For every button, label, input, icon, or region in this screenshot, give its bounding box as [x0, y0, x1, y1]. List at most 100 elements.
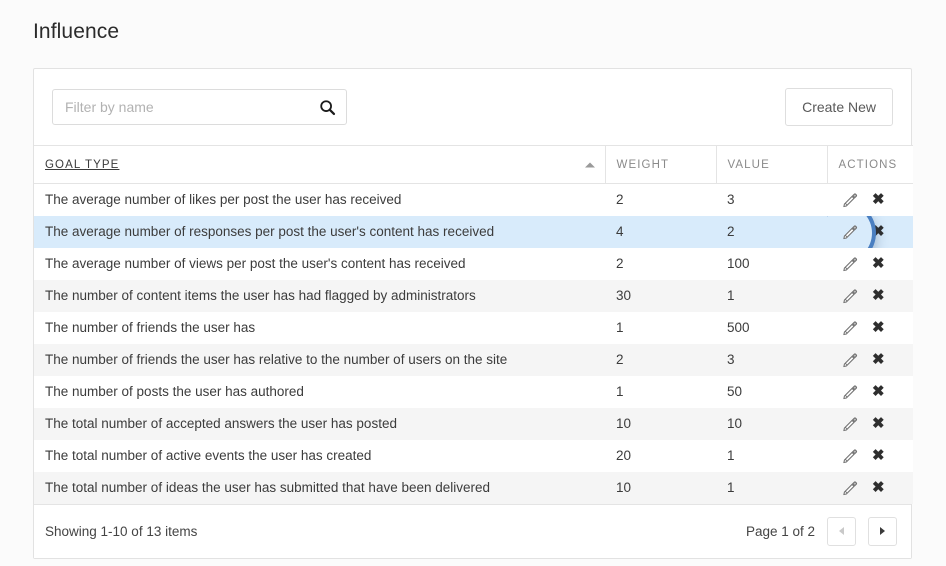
delete-row-button[interactable]: ✖	[872, 224, 885, 239]
cell-actions: ✖	[827, 344, 913, 376]
cell-weight: 2	[605, 248, 716, 280]
cell-goal-type: The total number of active events the us…	[34, 440, 605, 472]
card-toolbar: Create New	[34, 69, 911, 145]
pagination: Page 1 of 2	[746, 517, 897, 546]
cell-actions: ✖	[827, 280, 913, 312]
column-header-actions: ACTIONS	[827, 146, 913, 184]
table-row[interactable]: The average number of views per post the…	[34, 248, 913, 280]
cell-value: 50	[716, 376, 827, 408]
table-body: The average number of likes per post the…	[34, 184, 913, 504]
cell-goal-type: The average number of views per post the…	[34, 248, 605, 280]
search-field-wrapper	[52, 89, 347, 125]
cell-value: 1	[716, 280, 827, 312]
delete-row-button[interactable]: ✖	[872, 256, 885, 271]
table-footer: Showing 1-10 of 13 items Page 1 of 2	[34, 504, 911, 558]
edit-row-button[interactable]	[841, 415, 858, 432]
edit-row-button[interactable]	[841, 319, 858, 336]
delete-row-button[interactable]: ✖	[872, 192, 885, 207]
delete-row-button[interactable]: ✖	[872, 384, 885, 399]
table-row[interactable]: The average number of likes per post the…	[34, 184, 913, 216]
delete-row-button[interactable]: ✖	[872, 416, 885, 431]
edit-row-button[interactable]	[841, 287, 858, 304]
column-header-value: VALUE	[716, 146, 827, 184]
edit-row-button[interactable]	[841, 351, 858, 368]
previous-page-button[interactable]	[827, 517, 856, 546]
row-action-icons: ✖	[838, 191, 913, 208]
cell-goal-type: The total number of accepted answers the…	[34, 408, 605, 440]
cell-weight: 2	[605, 184, 716, 216]
delete-row-button[interactable]: ✖	[872, 320, 885, 335]
chevron-right-icon	[880, 527, 885, 535]
cell-value: 100	[716, 248, 827, 280]
cell-goal-type: The number of content items the user has…	[34, 280, 605, 312]
delete-row-button[interactable]: ✖	[872, 352, 885, 367]
cell-weight: 1	[605, 376, 716, 408]
cell-actions: ✖	[827, 376, 913, 408]
showing-count-label: Showing 1-10 of 13 items	[45, 524, 197, 539]
delete-row-button[interactable]: ✖	[872, 480, 885, 495]
row-action-icons: ✖	[838, 415, 913, 432]
cell-goal-type: The average number of likes per post the…	[34, 184, 605, 216]
table-row[interactable]: The number of friends the user has relat…	[34, 344, 913, 376]
row-action-icons: ✖	[838, 447, 913, 464]
table-row[interactable]: The total number of active events the us…	[34, 440, 913, 472]
cell-value: 1	[716, 440, 827, 472]
row-action-icons: ✖	[838, 479, 913, 496]
sort-ascending-icon	[585, 162, 595, 167]
cell-weight: 2	[605, 344, 716, 376]
influence-table: GOAL TYPE WEIGHT VALUE ACTIONS The avera…	[34, 145, 913, 504]
table-header: GOAL TYPE WEIGHT VALUE ACTIONS	[34, 146, 913, 184]
page-title: Influence	[33, 20, 119, 44]
page-root: Influence Create New GOAL TYPE	[0, 0, 946, 566]
cell-goal-type: The number of friends the user has	[34, 312, 605, 344]
cell-actions: ✖	[827, 312, 913, 344]
cell-actions: ✖	[827, 216, 913, 248]
row-action-icons: ✖	[838, 383, 913, 400]
chevron-left-icon	[839, 527, 844, 535]
cell-actions: ✖	[827, 184, 913, 216]
next-page-button[interactable]	[868, 517, 897, 546]
row-action-icons: ✖	[838, 223, 913, 240]
row-action-icons: ✖	[838, 287, 913, 304]
table-row[interactable]: The average number of responses per post…	[34, 216, 913, 248]
cell-value: 3	[716, 184, 827, 216]
edit-row-button[interactable]	[841, 479, 858, 496]
table-row[interactable]: The number of content items the user has…	[34, 280, 913, 312]
cell-weight: 10	[605, 472, 716, 504]
cell-goal-type: The total number of ideas the user has s…	[34, 472, 605, 504]
edit-row-button[interactable]	[841, 447, 858, 464]
edit-row-button[interactable]	[841, 383, 858, 400]
cell-weight: 30	[605, 280, 716, 312]
cell-weight: 4	[605, 216, 716, 248]
cell-goal-type: The number of posts the user has authore…	[34, 376, 605, 408]
delete-row-button[interactable]: ✖	[872, 448, 885, 463]
cell-weight: 10	[605, 408, 716, 440]
edit-row-button[interactable]	[841, 223, 858, 240]
edit-row-button[interactable]	[841, 255, 858, 272]
column-header-goal-type[interactable]: GOAL TYPE	[34, 146, 605, 184]
cell-value: 1	[716, 472, 827, 504]
table-row[interactable]: The total number of accepted answers the…	[34, 408, 913, 440]
table-header-row: GOAL TYPE WEIGHT VALUE ACTIONS	[34, 146, 913, 184]
table-row[interactable]: The total number of ideas the user has s…	[34, 472, 913, 504]
edit-row-button[interactable]	[841, 191, 858, 208]
cell-value: 500	[716, 312, 827, 344]
search-input[interactable]	[52, 89, 347, 125]
cell-actions: ✖	[827, 440, 913, 472]
table-row[interactable]: The number of friends the user has1500✖	[34, 312, 913, 344]
influence-card: Create New GOAL TYPE WEIGHT VALUE ACTION…	[33, 68, 912, 559]
row-action-icons: ✖	[838, 351, 913, 368]
search-icon[interactable]	[317, 97, 337, 117]
create-new-button[interactable]: Create New	[785, 88, 893, 126]
table-row[interactable]: The number of posts the user has authore…	[34, 376, 913, 408]
row-action-icons: ✖	[838, 319, 913, 336]
column-header-weight: WEIGHT	[605, 146, 716, 184]
cell-value: 3	[716, 344, 827, 376]
page-indicator-label: Page 1 of 2	[746, 524, 815, 539]
delete-row-button[interactable]: ✖	[872, 288, 885, 303]
cell-actions: ✖	[827, 408, 913, 440]
row-action-icons: ✖	[838, 255, 913, 272]
cell-weight: 20	[605, 440, 716, 472]
column-header-goal-type-label[interactable]: GOAL TYPE	[45, 159, 119, 171]
cell-goal-type: The number of friends the user has relat…	[34, 344, 605, 376]
